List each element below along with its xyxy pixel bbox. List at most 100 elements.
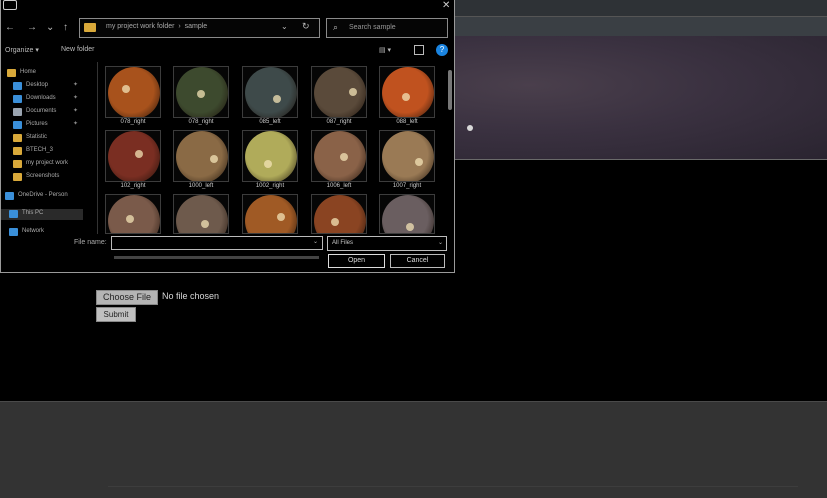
refresh-icon[interactable]: ↻	[302, 21, 310, 32]
file-thumbnail[interactable]	[379, 130, 435, 182]
file-thumbnail[interactable]	[379, 194, 435, 234]
chevron-down-icon[interactable]: ⌄	[313, 238, 318, 245]
file-name-label[interactable]: 1000_left	[172, 183, 230, 189]
chevron-down-icon[interactable]: ⌄	[281, 22, 288, 31]
horizontal-scrollbar[interactable]	[114, 256, 319, 259]
sidebar-item-label: This PC	[22, 210, 44, 216]
fundus-image	[382, 67, 434, 117]
choose-file-button[interactable]: Choose File	[96, 290, 158, 305]
optic-disc	[402, 93, 410, 101]
optic-disc	[264, 160, 272, 168]
sidebar-item[interactable]: Screenshots	[1, 172, 83, 183]
sidebar-item-label: Screenshots	[26, 173, 60, 179]
optic-disc	[210, 155, 218, 163]
hero-banner	[455, 36, 827, 160]
optic-disc	[273, 95, 281, 103]
sidebar-item[interactable]: my project work	[1, 159, 83, 170]
pin-icon: ✦	[73, 108, 79, 114]
view-options-icon[interactable]: ▤ ▾	[379, 46, 391, 54]
sidebar-item[interactable]: Downloads ✦	[1, 94, 83, 105]
file-name-label[interactable]: 078_right	[172, 119, 230, 125]
file-thumbnail[interactable]	[105, 194, 161, 234]
file-thumbnail[interactable]	[173, 66, 229, 118]
file-thumbnail[interactable]	[379, 66, 435, 118]
close-icon[interactable]: ✕	[442, 0, 450, 11]
optic-disc	[277, 213, 285, 221]
organize-menu[interactable]: Organize ▾	[5, 46, 39, 54]
breadcrumb-folder[interactable]: my project work folder	[106, 23, 174, 30]
folder-icon	[13, 134, 22, 142]
file-name-label: File name:	[74, 239, 107, 246]
sidebar-item-label: my project work	[26, 160, 69, 166]
sidebar-item[interactable]: Home	[1, 68, 83, 79]
forward-arrow-icon[interactable]: →	[27, 22, 37, 33]
file-name-label[interactable]: 088_left	[378, 119, 436, 125]
file-thumbnail[interactable]	[105, 130, 161, 182]
sidebar-item[interactable]: Documents ✦	[1, 107, 83, 118]
breadcrumb-current[interactable]: sample	[185, 23, 208, 30]
file-name-label[interactable]: 1007_right	[378, 183, 436, 189]
recent-locations-icon[interactable]: ⌄	[46, 22, 54, 33]
help-icon[interactable]: ?	[436, 44, 448, 56]
search-icon: ⌕	[333, 22, 339, 32]
file-name-input[interactable]	[111, 236, 323, 250]
fundus-image	[176, 131, 228, 181]
sidebar-item-label: BTECH_3	[26, 147, 54, 153]
open-file-dialog: ✕ ← → ⌄ ↑ my project work folder › sampl…	[0, 0, 455, 273]
file-name-label[interactable]: 087_right	[310, 119, 368, 125]
file-thumbnail[interactable]	[242, 194, 298, 234]
back-arrow-icon[interactable]: ←	[5, 22, 15, 33]
file-name-label[interactable]: 102_right	[104, 183, 162, 189]
dialog-app-icon	[3, 0, 17, 10]
fundus-image	[245, 195, 297, 233]
fundus-image	[108, 67, 160, 117]
file-type-select[interactable]: All Files ⌄	[327, 236, 447, 251]
page-footer	[0, 401, 827, 498]
sidebar-item[interactable]: Network	[1, 227, 83, 238]
sidebar-item[interactable]: This PC	[1, 209, 83, 220]
file-thumbnail[interactable]	[105, 66, 161, 118]
search-placeholder: Search sample	[349, 24, 396, 31]
submit-button[interactable]: Submit	[96, 307, 136, 322]
file-thumbnail[interactable]	[311, 130, 367, 182]
new-folder-button[interactable]: New folder	[61, 46, 94, 53]
optic-disc	[126, 215, 134, 223]
file-name-label[interactable]: 1002_right	[241, 183, 299, 189]
carousel-dot[interactable]	[467, 125, 473, 131]
file-thumbnail[interactable]	[242, 66, 298, 118]
up-arrow-icon[interactable]: ↑	[63, 22, 68, 33]
sidebar-item[interactable]: OneDrive - Person	[1, 191, 83, 202]
folder-icon	[13, 160, 22, 168]
folder-icon	[84, 23, 96, 32]
preview-pane-icon[interactable]	[414, 45, 424, 55]
file-name-label[interactable]: 085_left	[241, 119, 299, 125]
scrollbar-thumb[interactable]	[448, 70, 452, 110]
file-name-label[interactable]: 1006_left	[310, 183, 368, 189]
fundus-image	[108, 195, 160, 233]
fundus-image	[245, 67, 297, 117]
sidebar-item[interactable]: Desktop ✦	[1, 81, 83, 92]
sidebar-item[interactable]: Statistic	[1, 133, 83, 144]
optic-disc	[135, 150, 143, 158]
file-thumbnail[interactable]	[311, 66, 367, 118]
cancel-button[interactable]: Cancel	[390, 254, 445, 268]
download-icon	[13, 95, 22, 103]
file-thumbnail[interactable]	[173, 130, 229, 182]
sidebar-item-label: Pictures	[26, 121, 48, 127]
sidebar-item[interactable]: BTECH_3	[1, 146, 83, 157]
open-button[interactable]: Open	[328, 254, 385, 268]
optic-disc	[122, 85, 130, 93]
optic-disc	[415, 158, 423, 166]
folder-icon	[13, 147, 22, 155]
file-name-label[interactable]: 078_right	[104, 119, 162, 125]
file-thumbnail[interactable]	[311, 194, 367, 234]
address-bar[interactable]: my project work folder › sample ⌄ ↻	[79, 18, 320, 38]
sidebar-item[interactable]: Pictures ✦	[1, 120, 83, 131]
cloud-icon	[5, 192, 14, 200]
search-input[interactable]: ⌕ Search sample	[326, 18, 448, 38]
file-thumbnail[interactable]	[173, 194, 229, 234]
sidebar-item-label: Downloads	[26, 95, 56, 101]
pane-divider[interactable]	[97, 62, 98, 234]
file-thumbnail[interactable]	[242, 130, 298, 182]
desktop-icon	[13, 82, 22, 90]
